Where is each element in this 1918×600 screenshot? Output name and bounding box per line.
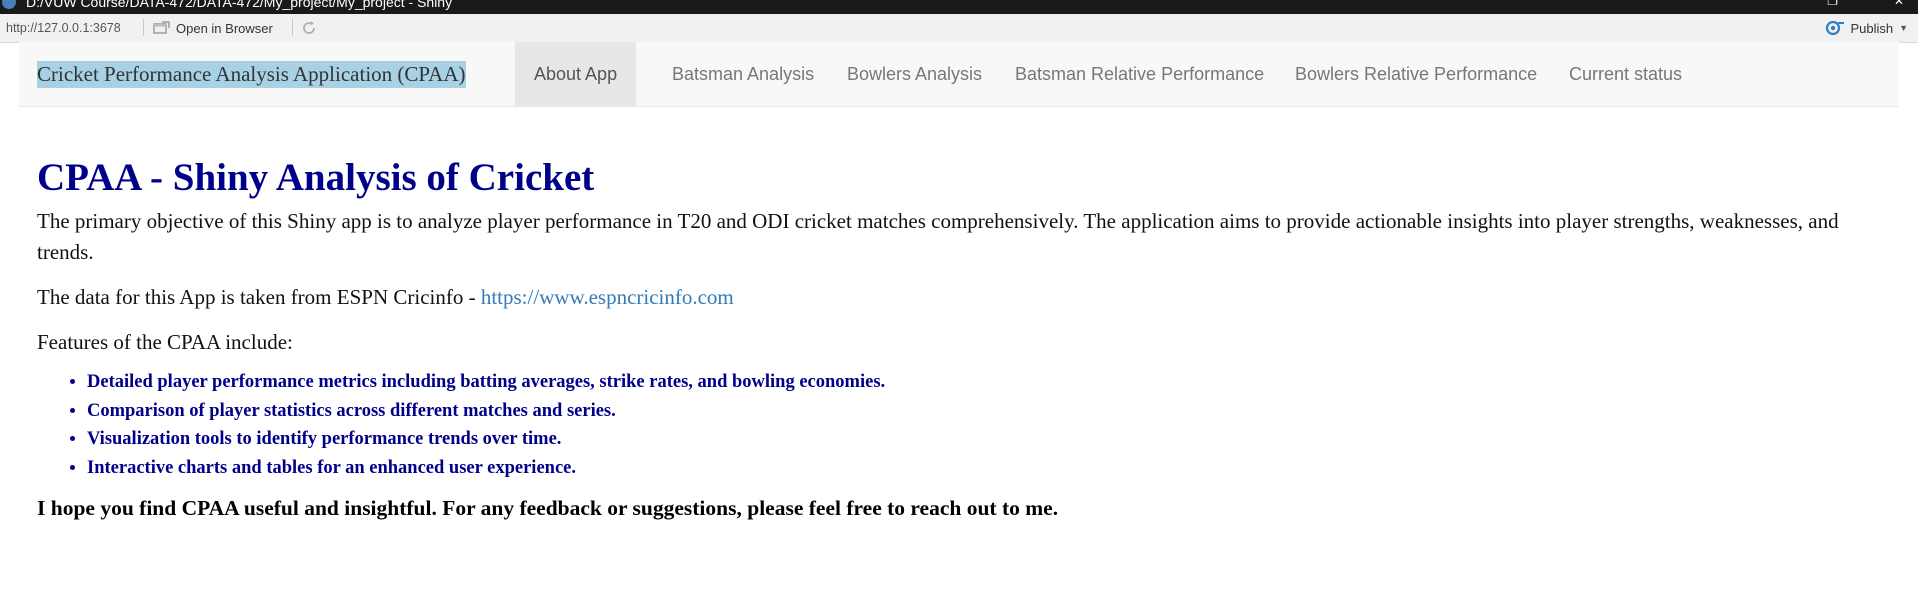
window-title-bar: D:/VUW Course/DATA-472/DATA-472/My_proje…: [0, 0, 1918, 14]
toolbar-divider: [292, 19, 293, 36]
data-source-paragraph: The data for this App is taken from ESPN…: [37, 282, 1877, 313]
feature-item: Comparison of player statistics across d…: [87, 397, 1877, 426]
tab-batsman-analysis[interactable]: Batsman Analysis: [653, 42, 833, 106]
publish-button[interactable]: Publish ▼: [1825, 20, 1908, 36]
espncricinfo-link[interactable]: https://www.espncricinfo.com: [481, 285, 734, 309]
viewer-toolbar: http://127.0.0.1:3678 Open in Browser Pu…: [0, 14, 1918, 43]
refresh-button[interactable]: [300, 19, 318, 37]
tab-bowlers-analysis[interactable]: Bowlers Analysis: [828, 42, 1001, 106]
tab-batsman-relative-performance[interactable]: Batsman Relative Performance: [996, 42, 1283, 106]
app-navbar: Cricket Performance Analysis Application…: [19, 42, 1899, 107]
open-in-browser-button[interactable]: Open in Browser: [152, 19, 273, 37]
features-list: Detailed player performance metrics incl…: [37, 368, 1877, 482]
restore-window-icon[interactable]: ❐: [1827, 0, 1838, 8]
tab-about-app[interactable]: About App: [515, 42, 637, 106]
publish-dropdown-icon[interactable]: ▼: [1899, 23, 1908, 33]
close-window-icon[interactable]: ✕: [1894, 0, 1904, 8]
page-title: CPAA - Shiny Analysis of Cricket: [37, 156, 595, 199]
open-in-browser-label: Open in Browser: [176, 20, 273, 36]
closing-statement: I hope you find CPAA useful and insightf…: [37, 496, 1059, 520]
feature-item: Detailed player performance metrics incl…: [87, 368, 1877, 397]
window-title: D:/VUW Course/DATA-472/DATA-472/My_proje…: [26, 0, 453, 10]
viewer-url: http://127.0.0.1:3678: [6, 21, 121, 35]
tab-bowlers-relative-performance[interactable]: Bowlers Relative Performance: [1276, 42, 1556, 106]
feature-item: Visualization tools to identify performa…: [87, 425, 1877, 454]
features-heading: Features of the CPAA include:: [37, 330, 293, 354]
intro-paragraph: The primary objective of this Shiny app …: [37, 209, 1839, 264]
data-source-text: The data for this App is taken from ESPN…: [37, 285, 481, 309]
toolbar-divider: [143, 19, 144, 36]
tab-current-status[interactable]: Current status: [1550, 42, 1701, 106]
open-in-browser-icon: [153, 21, 170, 34]
refresh-icon: [303, 21, 315, 34]
rstudio-app-icon: [2, 0, 16, 9]
publish-icon: [1826, 20, 1845, 36]
publish-label: Publish: [1850, 20, 1894, 36]
feature-item: Interactive charts and tables for an enh…: [87, 454, 1877, 483]
navbar-brand[interactable]: Cricket Performance Analysis Application…: [37, 61, 466, 88]
about-page-content: CPAA - Shiny Analysis of Cricket The pri…: [37, 150, 1877, 524]
